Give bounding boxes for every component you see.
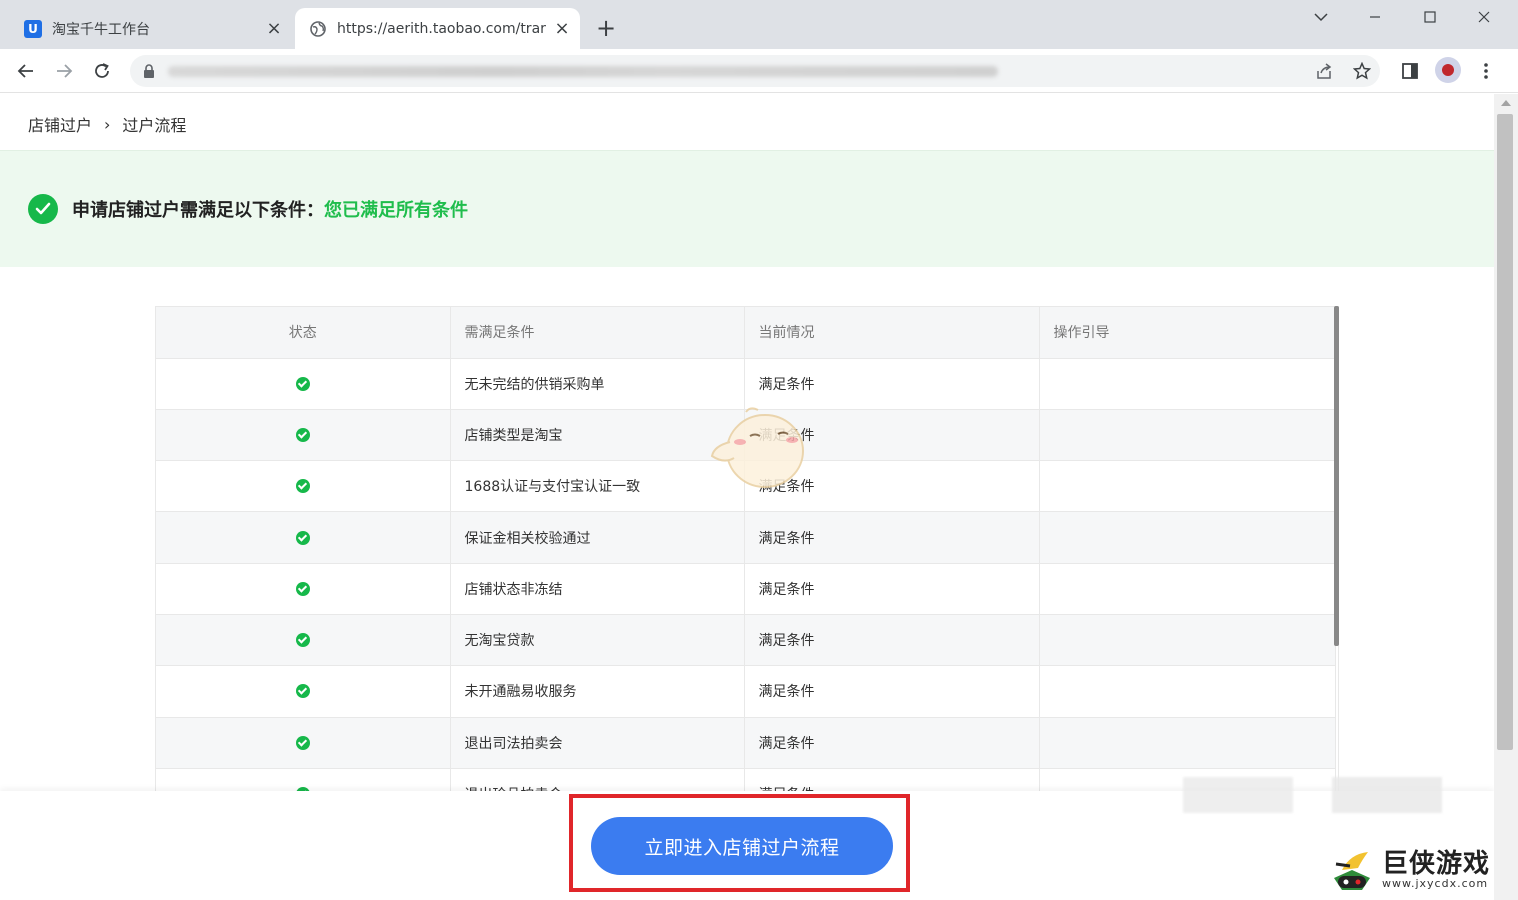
- bookmark-star-icon[interactable]: [1348, 57, 1376, 85]
- current-cell: 满足条件: [744, 563, 1040, 615]
- table-scrollbar[interactable]: [1334, 306, 1339, 646]
- share-icon[interactable]: [1310, 57, 1338, 85]
- address-bar[interactable]: [130, 55, 1380, 87]
- current-cell: 满足条件: [744, 717, 1040, 769]
- blur-patch: [1332, 777, 1442, 813]
- condition-cell: 店铺状态非冻结: [450, 563, 745, 615]
- check-circle-icon: [295, 735, 310, 750]
- site-watermark: 巨侠游戏 www.jxycdx.com: [1328, 848, 1490, 892]
- blurred-url: [168, 66, 998, 77]
- enter-transfer-button[interactable]: 立即进入店铺过户流程: [591, 817, 893, 875]
- check-circle-icon: [295, 427, 310, 442]
- condition-cell: 店铺类型是淘宝: [450, 409, 745, 462]
- conditions-table: 状态 需满足条件 当前情况 操作引导 无未完结的供销采购单 满足条件 店铺类型是…: [155, 306, 1339, 792]
- table-row: 未开通融易收服务 满足条件: [156, 665, 1336, 718]
- current-cell: 满足条件: [744, 665, 1040, 718]
- current-cell: 满足条件: [744, 511, 1040, 564]
- condition-cell: 退出珍品拍卖会: [450, 768, 745, 792]
- window-close-icon[interactable]: [1461, 4, 1507, 30]
- tab-search-icon[interactable]: [1298, 4, 1344, 30]
- header-condition: 需满足条件: [450, 307, 745, 359]
- tab-title: https://aerith.taobao.com/trar: [337, 20, 546, 37]
- condition-cell: 无淘宝贷款: [450, 614, 745, 667]
- tab-title: 淘宝千牛工作台: [52, 21, 150, 38]
- back-icon[interactable]: [12, 57, 40, 85]
- page-scrollbar[interactable]: [1494, 94, 1518, 900]
- guide-cell: [1039, 717, 1336, 769]
- browser-tab-strip: U 淘宝千牛工作台 × https://aerith.taobao.com/tr…: [0, 0, 1518, 49]
- check-circle-icon: [295, 633, 310, 648]
- table-row: 无淘宝贷款 满足条件: [156, 614, 1336, 667]
- eligibility-notice: 申请店铺过户需满足以下条件： 您已满足所有条件: [0, 150, 1494, 267]
- current-cell: 满足条件: [744, 358, 1040, 410]
- qianniu-icon: U: [24, 19, 42, 38]
- table-row: 店铺状态非冻结 满足条件: [156, 563, 1336, 615]
- tab-aerith[interactable]: https://aerith.taobao.com/trar ×: [295, 8, 580, 49]
- watermark-url: www.jxycdx.com: [1382, 877, 1489, 890]
- check-circle-icon: [295, 581, 310, 596]
- scroll-up-icon[interactable]: [1501, 100, 1511, 106]
- cta-highlight-box: 立即进入店铺过户流程: [569, 794, 910, 892]
- globe-icon: [309, 20, 327, 38]
- guide-cell: [1039, 563, 1336, 615]
- page-content: 店铺过户 › 过户流程 申请店铺过户需满足以下条件： 您已满足所有条件 状态 需…: [0, 94, 1494, 900]
- header-status: 状态: [156, 307, 451, 359]
- header-guide: 操作引导: [1039, 307, 1336, 359]
- current-cell: 满足条件: [744, 768, 1040, 792]
- reload-icon[interactable]: [88, 57, 116, 85]
- breadcrumb-item-process: 过户流程: [122, 116, 187, 135]
- profile-avatar[interactable]: [1435, 57, 1461, 83]
- table-row: 退出司法拍卖会 满足条件: [156, 717, 1336, 769]
- condition-cell: 退出司法拍卖会: [450, 717, 745, 769]
- condition-cell: 1688认证与支付宝认证一致: [450, 460, 745, 513]
- check-circle-icon: [295, 376, 310, 391]
- watermark-name: 巨侠游戏: [1382, 849, 1491, 879]
- table-row: 无未完结的供销采购单 满足条件: [156, 358, 1336, 410]
- header-current: 当前情况: [744, 307, 1040, 359]
- chevron-right-icon: ›: [104, 114, 111, 134]
- check-circle-icon: [295, 530, 310, 545]
- table-header-row: 状态 需满足条件 当前情况 操作引导: [156, 307, 1336, 359]
- condition-cell: 无未完结的供销采购单: [450, 358, 745, 410]
- side-panel-icon[interactable]: [1396, 57, 1424, 85]
- mascot-watermark-icon: [710, 406, 810, 496]
- forward-icon[interactable]: [50, 57, 78, 85]
- gamepad-logo-icon: [1328, 848, 1376, 892]
- close-icon[interactable]: ×: [552, 18, 572, 39]
- condition-cell: 未开通融易收服务: [450, 665, 745, 718]
- blur-patch: [1183, 777, 1293, 813]
- check-circle-icon: [295, 479, 310, 494]
- menu-kebab-icon[interactable]: [1472, 57, 1500, 85]
- minimize-icon[interactable]: [1352, 4, 1398, 30]
- new-tab-button[interactable]: +: [594, 16, 618, 41]
- breadcrumb: 店铺过户 › 过户流程: [28, 112, 186, 136]
- guide-cell: [1039, 614, 1336, 667]
- guide-cell: [1039, 460, 1336, 513]
- check-circle-icon: [295, 684, 310, 699]
- guide-cell: [1039, 358, 1336, 410]
- maximize-icon[interactable]: [1407, 4, 1453, 30]
- guide-cell: [1039, 409, 1336, 462]
- browser-toolbar: [0, 49, 1518, 93]
- guide-cell: [1039, 665, 1336, 718]
- guide-cell: [1039, 511, 1336, 564]
- tab-qianniu[interactable]: U 淘宝千牛工作台 ×: [10, 8, 292, 49]
- scrollbar-thumb[interactable]: [1497, 114, 1513, 750]
- condition-cell: 保证金相关校验通过: [450, 511, 745, 564]
- table-row: 保证金相关校验通过 满足条件: [156, 511, 1336, 564]
- close-icon[interactable]: ×: [264, 18, 284, 39]
- current-cell: 满足条件: [744, 614, 1040, 667]
- lock-icon: [142, 63, 158, 79]
- notice-status: 您已满足所有条件: [324, 200, 468, 221]
- check-circle-icon: [28, 194, 58, 224]
- table-row: 退出珍品拍卖会 满足条件: [156, 768, 1336, 792]
- breadcrumb-item-transfer[interactable]: 店铺过户: [28, 112, 92, 136]
- notice-text: 申请店铺过户需满足以下条件：: [72, 200, 324, 221]
